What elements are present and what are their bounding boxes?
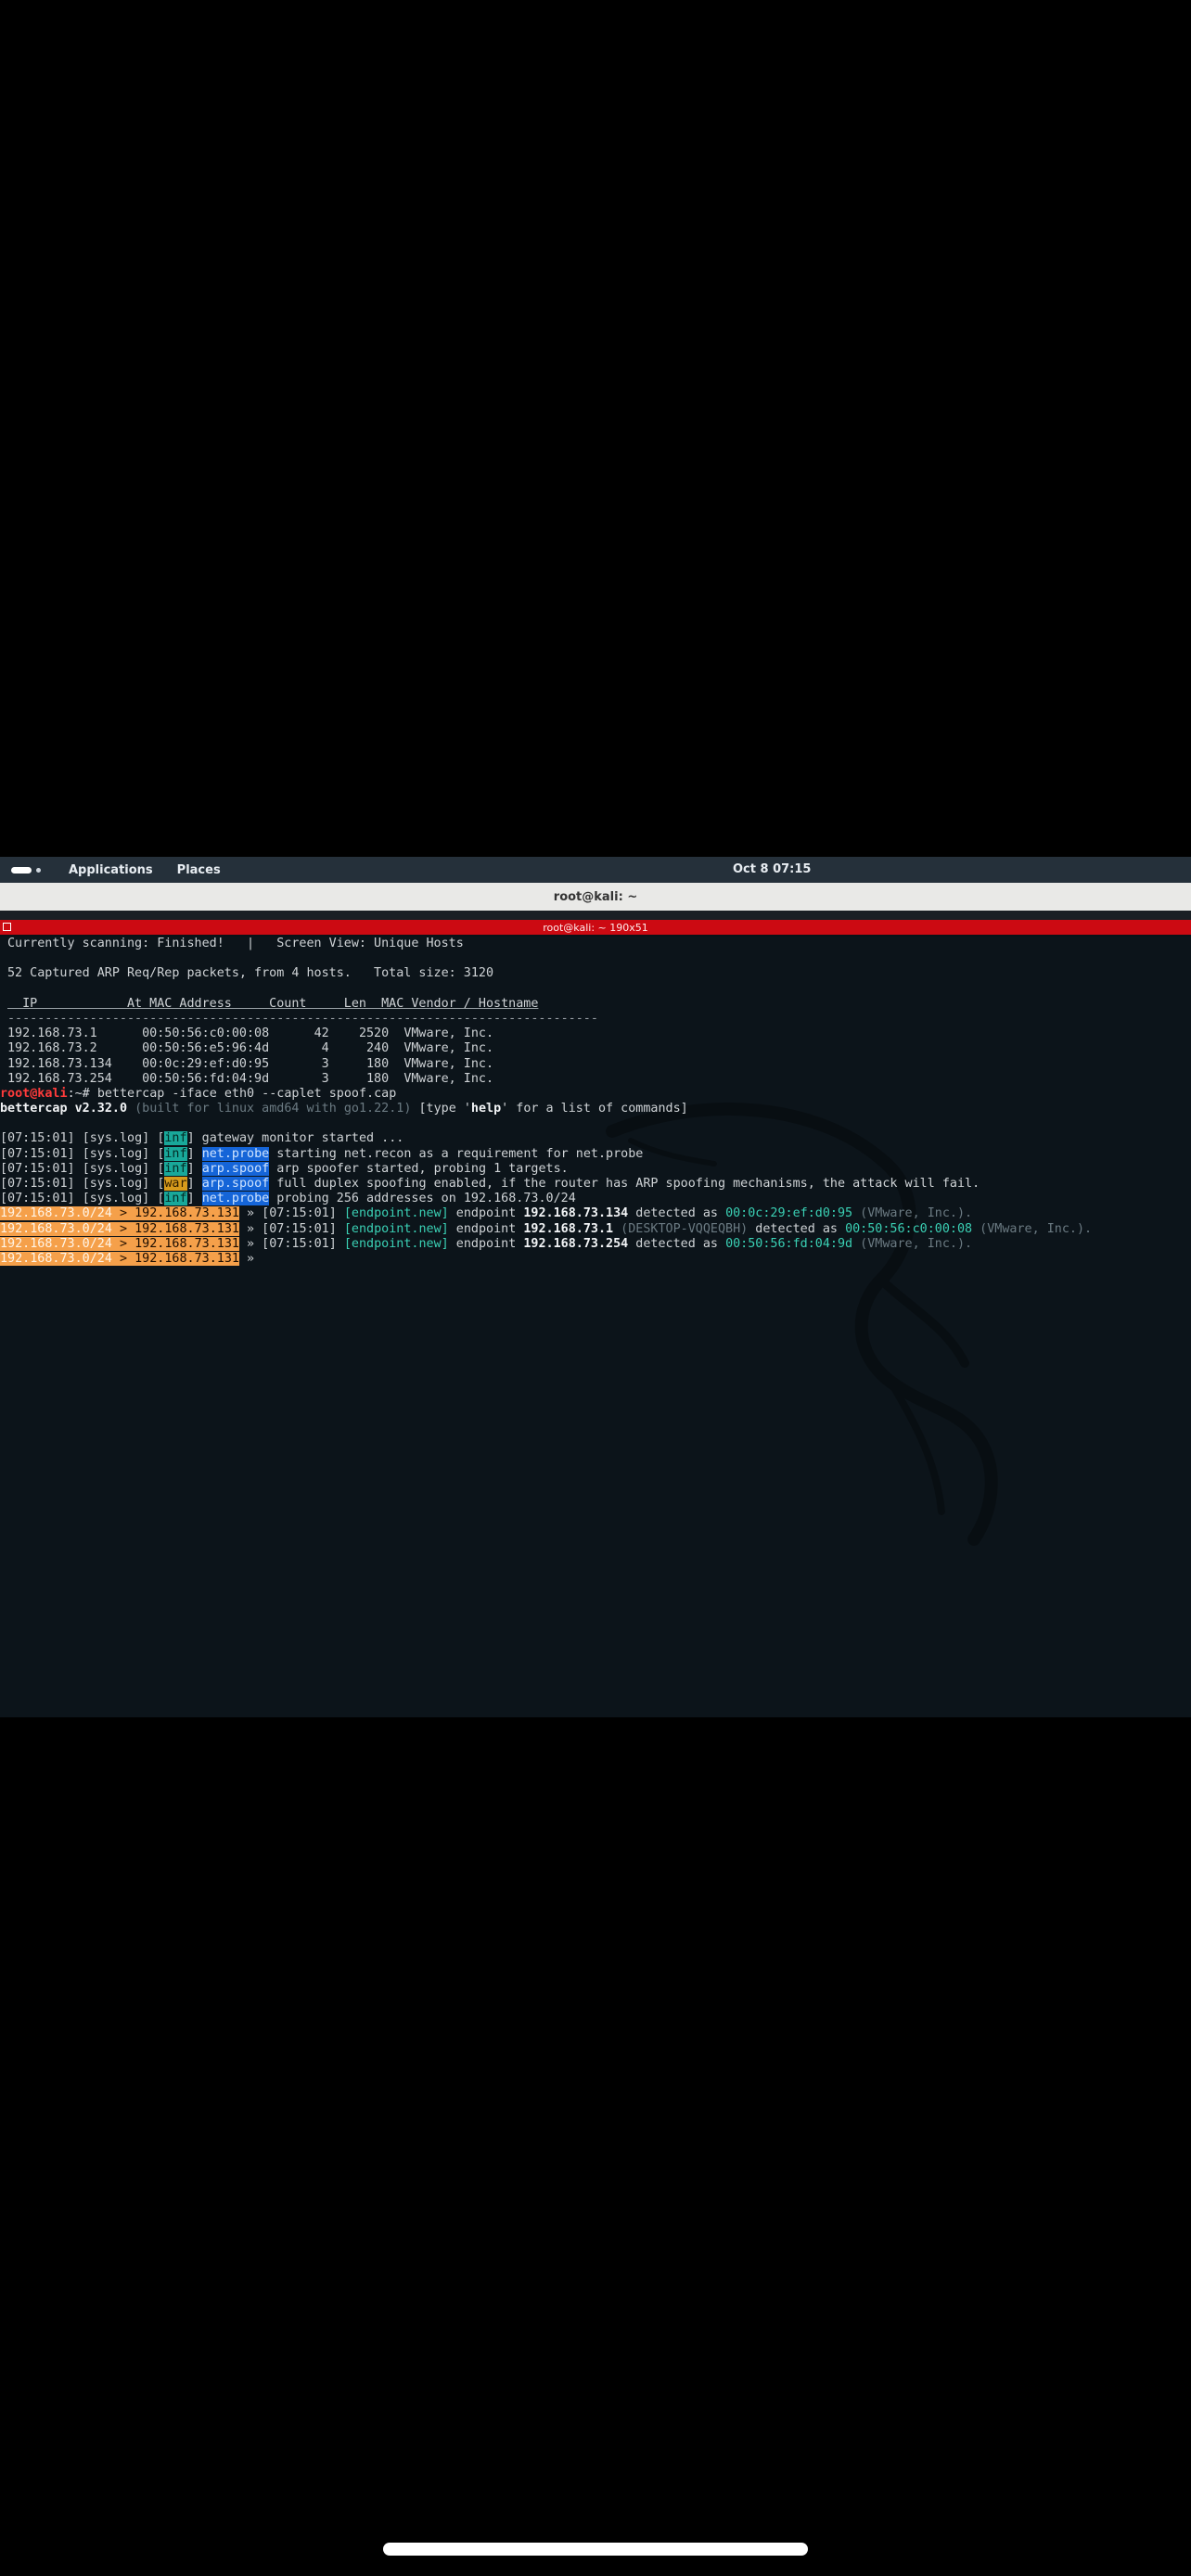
places-menu[interactable]: Places	[177, 863, 221, 877]
module-badge: arp.spoof	[201, 1161, 270, 1176]
endpoint-event-line: 192.168.73.0/24 > 192.168.73.131 » [07:1…	[0, 1221, 1093, 1236]
home-indicator[interactable]	[383, 2543, 808, 2556]
log-line: [07:15:01] [sys.log] [inf] arp.spoof arp…	[0, 1161, 569, 1176]
hosts-table-rule: ----------------------------------------…	[7, 1011, 598, 1026]
terminal-menu-icon[interactable]	[3, 923, 11, 931]
log-line: [07:15:01] [sys.log] [inf] net.probe pro…	[0, 1192, 576, 1206]
table-row: 192.168.73.2 00:50:56:e5:96:4d 4 240 VMw…	[7, 1041, 494, 1056]
top-panel: Applications Places Oct 8 07:15	[0, 857, 1191, 883]
clock[interactable]: Oct 8 07:15	[733, 862, 811, 876]
scan-status-line: Currently scanning: Finished! | Screen V…	[7, 937, 464, 950]
bettercap-banner: bettercap v2.32.0 (built for linux amd64…	[0, 1102, 688, 1116]
prompt-command: bettercap -iface eth0 --caplet spoof.cap	[96, 1086, 397, 1101]
terminal-header: root@kali: ~ 190x51	[0, 920, 1191, 935]
shell-prompt-line: root@kali:~# bettercap -iface eth0 --cap…	[0, 1087, 1191, 1102]
level-badge: inf	[164, 1161, 187, 1176]
module-badge: arp.spoof	[201, 1177, 270, 1191]
level-badge: inf	[164, 1131, 187, 1146]
bettercap-input-line[interactable]: 192.168.73.0/24 > 192.168.73.131 »	[0, 1251, 1191, 1267]
window-separator	[0, 911, 1191, 920]
table-row: 192.168.73.254 00:50:56:fd:04:9d 3 180 V…	[7, 1071, 494, 1086]
applications-menu[interactable]: Applications	[69, 863, 153, 877]
prompt-path: :~#	[67, 1086, 97, 1101]
module-badge: net.probe	[201, 1192, 270, 1206]
log-line: [07:15:01] [sys.log] [war] arp.spoof ful…	[0, 1177, 980, 1191]
captured-packets-line: 52 Captured ARP Req/Rep packets, from 4 …	[7, 966, 494, 981]
input-cursor: »	[239, 1251, 255, 1266]
hosts-table-header: IP At MAC Address Count Len MAC Vendor /…	[7, 996, 539, 1011]
kali-desktop: Applications Places Oct 8 07:15 root@kal…	[0, 857, 1191, 1717]
table-row: 192.168.73.1 00:50:56:c0:00:08 42 2520 V…	[7, 1027, 494, 1041]
window-titlebar[interactable]: root@kali: ~	[0, 883, 1191, 912]
endpoint-event-line: 192.168.73.0/24 > 192.168.73.131 » [07:1…	[0, 1206, 973, 1221]
activities-indicator-icon[interactable]	[11, 866, 32, 874]
terminal-output[interactable]: Currently scanning: Finished! | Screen V…	[0, 937, 1191, 1717]
prompt-user: root@kali	[0, 1086, 68, 1101]
log-line: [07:15:01] [sys.log] [inf] gateway monit…	[0, 1131, 404, 1146]
module-badge: net.probe	[201, 1146, 270, 1161]
workspace-dot-icon	[36, 867, 41, 873]
table-row: 192.168.73.134 00:0c:29:ef:d0:95 3 180 V…	[7, 1056, 494, 1071]
level-badge: inf	[164, 1146, 187, 1161]
terminal-header-title: root@kali: ~ 190x51	[543, 921, 648, 934]
log-line: [07:15:01] [sys.log] [inf] net.probe sta…	[0, 1146, 644, 1161]
level-badge: war	[164, 1177, 187, 1191]
window-title: root@kali: ~	[553, 889, 638, 904]
endpoint-event-line: 192.168.73.0/24 > 192.168.73.131 » [07:1…	[0, 1236, 973, 1251]
level-badge: inf	[164, 1192, 187, 1206]
